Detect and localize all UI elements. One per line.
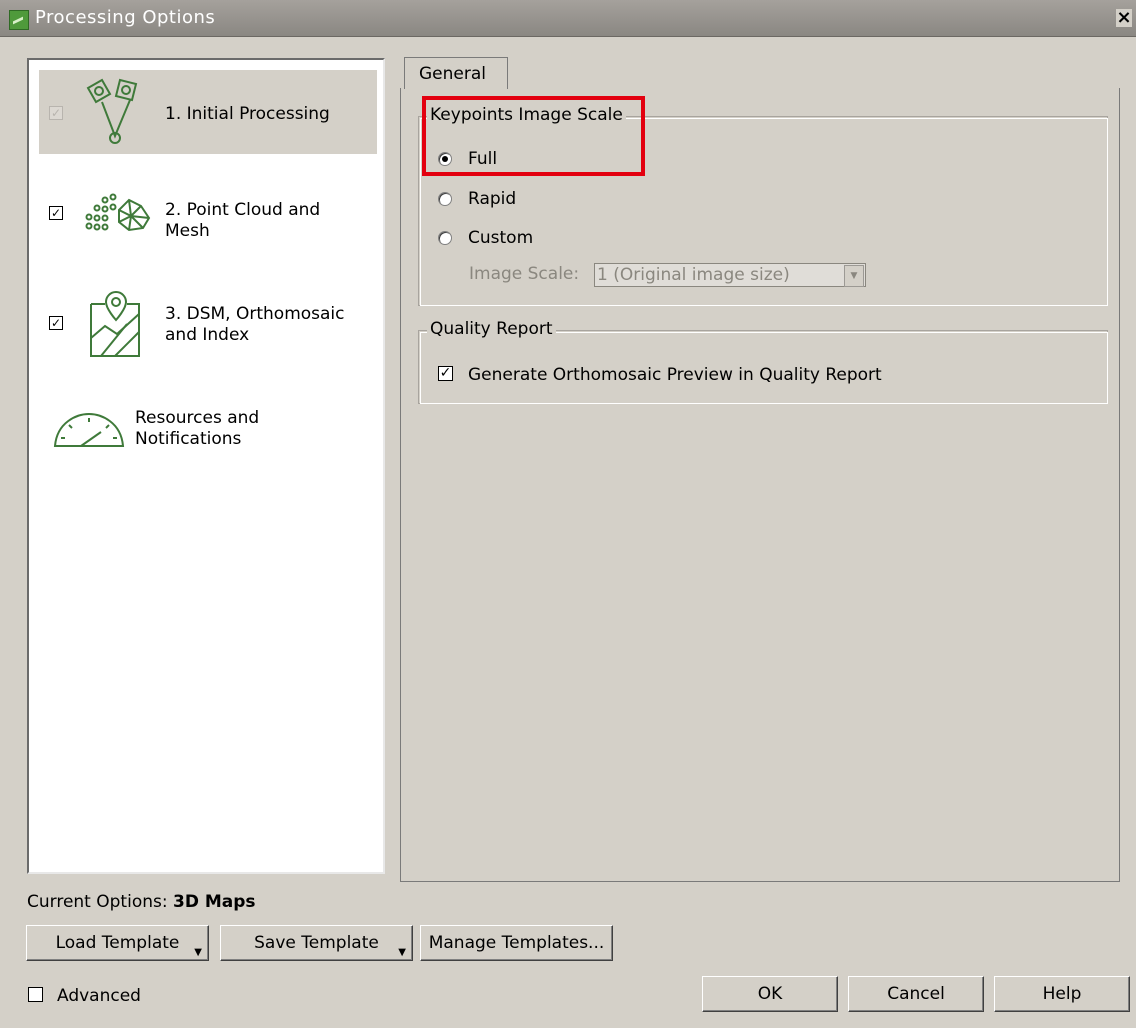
- dsm-checkbox[interactable]: ✓: [49, 316, 63, 330]
- sidebar-item-dsm[interactable]: ✓ 3. DSM, Orthomosaic and Index: [39, 282, 377, 366]
- advanced-checkbox[interactable]: [28, 987, 43, 1002]
- dropdown-arrow-icon: ▼: [194, 947, 202, 958]
- map-icon: [90, 290, 140, 357]
- initial-processing-checkbox: ✓: [49, 106, 63, 120]
- ok-button[interactable]: OK: [702, 976, 838, 1012]
- sidebar-item-resources[interactable]: Resources and Notifications: [39, 394, 377, 478]
- point-cloud-checkbox[interactable]: ✓: [49, 206, 63, 220]
- radio-label: Custom: [468, 228, 534, 248]
- save-template-label: Save Template: [254, 933, 379, 953]
- sidebar-item-label: 3. DSM, Orthomosaic and Index: [165, 304, 345, 345]
- image-scale-value: 1 (Original image size): [597, 265, 790, 285]
- manage-templates-button[interactable]: Manage Templates...: [420, 925, 613, 961]
- dropdown-arrow-icon: ▼: [398, 947, 406, 958]
- close-button[interactable]: ×: [1116, 9, 1132, 27]
- window-title: Processing Options: [35, 7, 216, 28]
- app-icon: [9, 10, 29, 30]
- current-options-label: Current Options:: [27, 892, 168, 912]
- initial-processing-icon: [86, 78, 138, 144]
- chevron-down-icon[interactable]: ▼: [844, 265, 864, 287]
- tab-general[interactable]: General: [404, 57, 508, 89]
- orthomosaic-preview-label: Generate Orthomosaic Preview in Quality …: [468, 365, 882, 385]
- sidebar: ✓ 1. Initial Processing ✓ 2. Point Cloud…: [27, 58, 385, 874]
- point-cloud-icon: [85, 193, 151, 232]
- orthomosaic-preview-checkbox[interactable]: ✓: [438, 366, 453, 381]
- sidebar-item-label: Resources and Notifications: [135, 408, 260, 449]
- radio-button[interactable]: [438, 192, 452, 206]
- sidebar-item-label: 1. Initial Processing: [165, 104, 330, 124]
- sidebar-item-label: 2. Point Cloud and Mesh: [165, 200, 321, 241]
- save-template-button[interactable]: Save Template ▼: [220, 925, 413, 961]
- highlight-box: [422, 96, 645, 176]
- cancel-button[interactable]: Cancel: [848, 976, 984, 1012]
- tab-divider: [405, 88, 507, 90]
- image-scale-select[interactable]: 1 (Original image size) ▼: [594, 263, 866, 287]
- current-options-value: 3D Maps: [172, 892, 256, 912]
- sidebar-item-initial-processing[interactable]: ✓ 1. Initial Processing: [39, 70, 377, 154]
- gauge-icon: [53, 412, 125, 447]
- radio-button[interactable]: [438, 231, 452, 245]
- image-scale-label: Image Scale:: [469, 264, 580, 284]
- load-template-label: Load Template: [55, 933, 180, 953]
- current-options: Current Options: 3D Maps: [27, 892, 256, 912]
- load-template-button[interactable]: Load Template ▼: [26, 925, 209, 961]
- quality-report-group-title: Quality Report: [427, 319, 556, 339]
- sidebar-item-point-cloud[interactable]: ✓ 2. Point Cloud and Mesh: [39, 178, 377, 262]
- title-bar: Processing Options ×: [0, 0, 1136, 37]
- advanced-label: Advanced: [57, 986, 141, 1006]
- radio-label: Rapid: [468, 189, 517, 209]
- help-button[interactable]: Help: [994, 976, 1130, 1012]
